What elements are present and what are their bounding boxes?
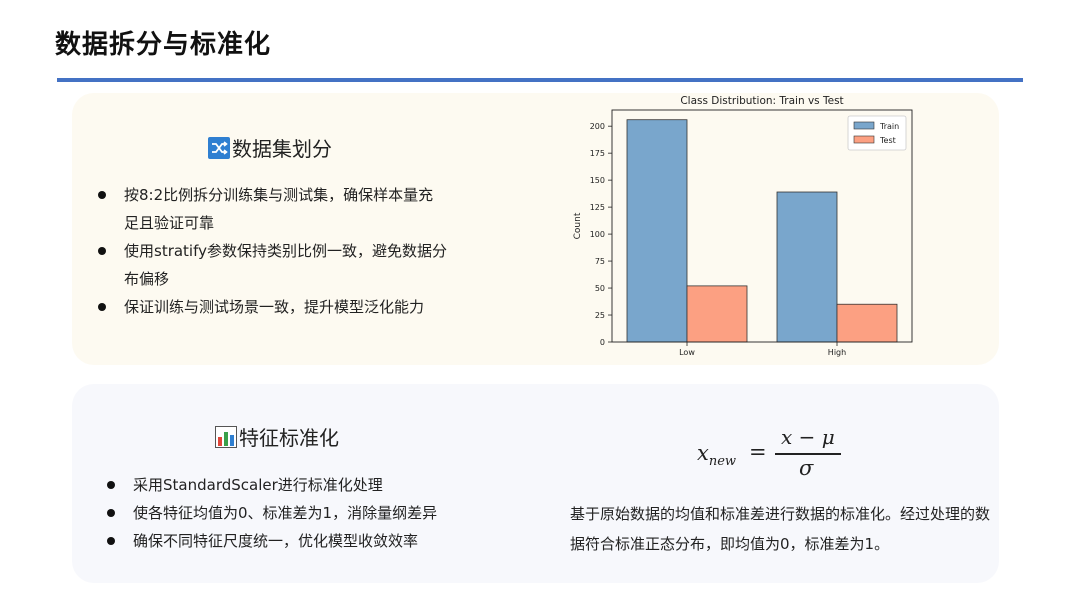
bar-chart-icon <box>215 425 237 448</box>
split-heading: 数据集划分 <box>208 133 332 162</box>
legend-swatch <box>853 121 875 130</box>
norm-bullet-list: 采用StandardScaler进行标准化处理 使各特征均值为0、标准差为1，消… <box>107 471 467 555</box>
list-item: 按8:2比例拆分训练集与测试集，确保样本量充足且验证可靠 <box>98 181 448 237</box>
class-distribution-chart: Class Distribution: Train vs Test Count 0 2… <box>568 92 918 362</box>
y-tick-label: 150 <box>590 176 605 185</box>
legend-label: Train <box>879 122 899 131</box>
y-tick-label: 50 <box>595 284 605 293</box>
bar-test-low <box>686 285 748 343</box>
list-item: 采用StandardScaler进行标准化处理 <box>107 471 467 499</box>
legend-swatch <box>853 135 875 144</box>
list-item: 使各特征均值为0、标准差为1，消除量纲差异 <box>107 499 467 527</box>
formula-lhs-sub: new <box>708 454 737 470</box>
list-item: 保证训练与测试场景一致，提升模型泛化能力 <box>98 293 448 321</box>
x-tick-label: High <box>828 348 846 357</box>
legend-label: Test <box>879 136 896 145</box>
shuffle-icon <box>208 136 230 159</box>
y-tick-label: 100 <box>590 230 605 239</box>
x-tick-label: Low <box>679 348 695 357</box>
formula-lhs-var: x <box>697 441 709 465</box>
formula-fraction-bar <box>775 453 841 455</box>
formula-lhs: xnew <box>697 441 736 469</box>
formula-denominator: σ <box>799 456 814 480</box>
norm-heading-label: 特征标准化 <box>239 426 339 450</box>
formula-equals: = <box>749 440 767 464</box>
split-bullet-list: 按8:2比例拆分训练集与测试集，确保样本量充足且验证可靠 使用stratify参… <box>98 181 448 321</box>
chart-svg: Class Distribution: Train vs Test Count 0 2… <box>573 95 913 357</box>
y-tick-label: 175 <box>590 149 605 158</box>
page-title: 数据拆分与标准化 <box>55 30 272 60</box>
standardization-formula: xnew = x − μ σ <box>697 423 857 483</box>
y-tick-label: 0 <box>600 338 605 347</box>
y-tick-label: 200 <box>590 122 605 131</box>
list-item: 使用stratify参数保持类别比例一致，避免数据分布偏移 <box>98 237 448 293</box>
title-divider <box>57 78 1023 82</box>
normalization-description: 基于原始数据的均值和标准差进行数据的标准化。经过处理的数据符合标准正态分布，即均… <box>570 505 991 553</box>
bar-test-high <box>836 303 898 343</box>
chart-title: Class Distribution: Train vs Test <box>680 95 843 107</box>
y-tick-label: 75 <box>595 257 605 266</box>
y-tick-label: 25 <box>595 311 605 320</box>
list-item: 确保不同特征尺度统一，优化模型收敛效率 <box>107 527 467 555</box>
bar-train-low <box>626 119 688 343</box>
norm-heading: 特征标准化 <box>215 422 339 451</box>
formula-numerator: x − μ <box>781 425 835 449</box>
y-axis-label: Count <box>573 212 583 239</box>
bar-train-high <box>776 191 838 343</box>
split-heading-label: 数据集划分 <box>232 137 332 161</box>
y-tick-label: 125 <box>590 203 605 212</box>
